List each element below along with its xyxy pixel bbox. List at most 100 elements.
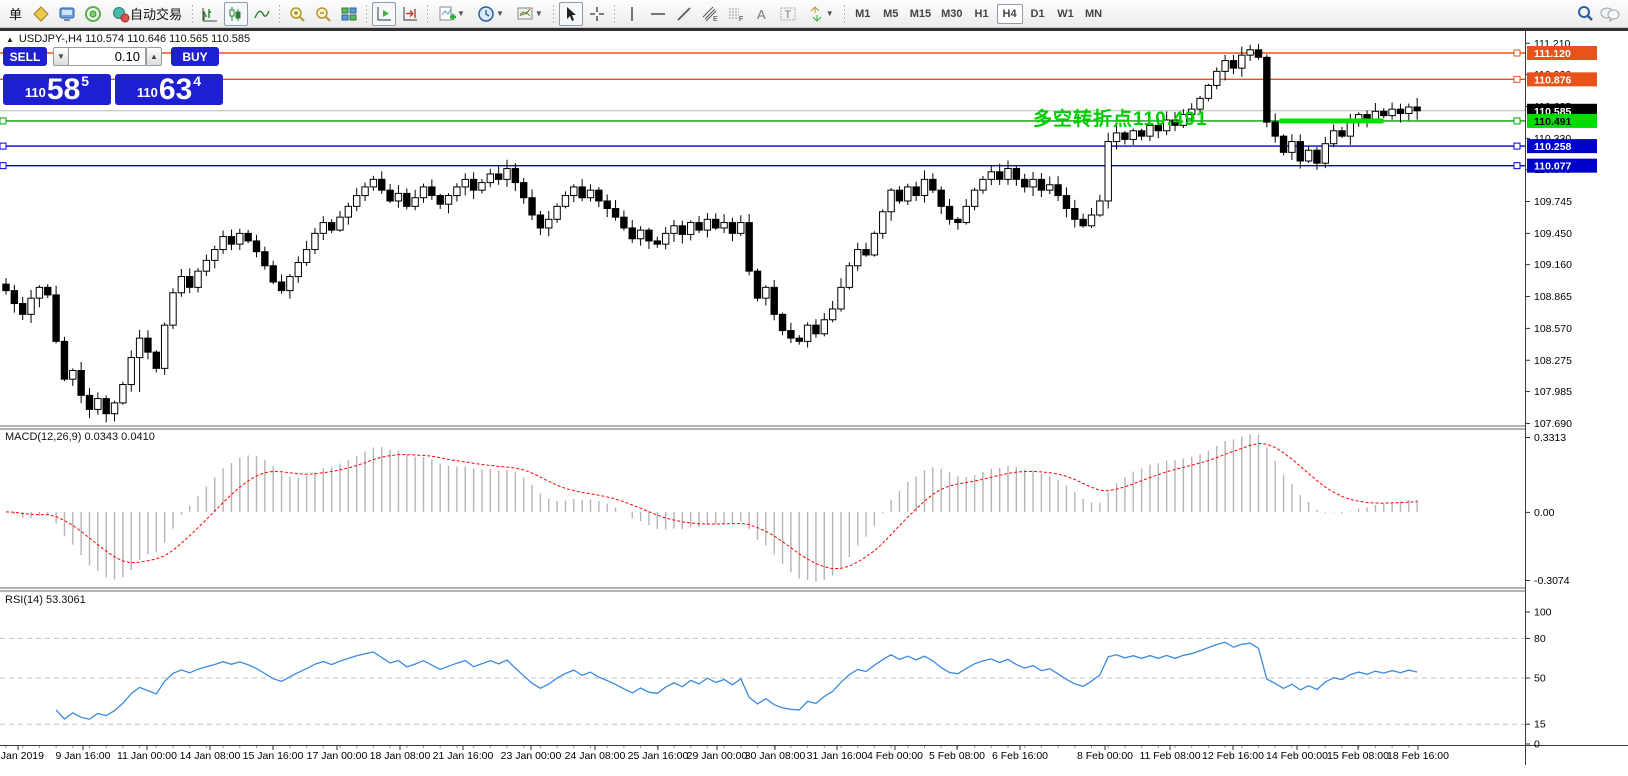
line-handle[interactable] (0, 163, 6, 169)
candle (537, 215, 543, 228)
signal-icon[interactable] (81, 2, 105, 26)
candle (938, 190, 944, 206)
vertical-line-button[interactable] (620, 2, 644, 26)
tab-timeframe-h1[interactable]: H1 (969, 4, 995, 24)
pivot-highlight-segment[interactable] (1280, 118, 1384, 123)
date-label: 14 Jan 08:00 (180, 750, 241, 762)
tile-windows-button[interactable] (337, 2, 361, 26)
candle (128, 358, 134, 385)
candle (788, 331, 794, 339)
zoom-in-button[interactable] (285, 2, 309, 26)
toolbar-right-group (1577, 5, 1628, 22)
horizontal-line-button[interactable] (646, 2, 670, 26)
trendline-icon (675, 5, 693, 23)
price-tick-label: 107.985 (1534, 386, 1572, 398)
date-label: 24 Jan 08:00 (565, 750, 626, 762)
toolbar-separator (841, 3, 848, 25)
dropdown-caret-icon: ▼ (457, 9, 465, 18)
candle (955, 219, 961, 222)
macd-tick-label: 0.00 (1534, 507, 1555, 519)
candle (1347, 122, 1353, 136)
candle (779, 314, 785, 330)
arrows-button[interactable]: ▼ (802, 2, 839, 26)
crosshair-button[interactable] (585, 2, 609, 26)
price-chart-canvas[interactable]: 111.210110.920110.625110.330110.040109.7… (0, 0, 1628, 776)
tab-timeframe-h4[interactable]: H4 (997, 4, 1023, 24)
auto-scroll-button[interactable] (372, 2, 396, 26)
candlestick-chart-icon (227, 5, 245, 23)
date-label: 17 Jan 00:00 (307, 750, 368, 762)
candle (328, 223, 334, 231)
vertical-line-icon (623, 5, 641, 23)
dropdown-caret-icon: ▼ (496, 9, 504, 18)
chart-window-border (0, 28, 1628, 31)
buy-price-display[interactable]: 110 63 4 (115, 74, 223, 105)
tab-timeframe-d1[interactable]: D1 (1025, 4, 1051, 24)
equidistant-channel-button[interactable]: E (698, 2, 722, 26)
new-order-button[interactable]: 单 (4, 2, 27, 26)
chart-shift-button[interactable] (398, 2, 422, 26)
candle (1122, 133, 1128, 139)
line-handle[interactable] (1514, 76, 1520, 82)
candle (704, 219, 710, 230)
tab-timeframe-m5[interactable]: M5 (878, 4, 904, 24)
price-badge-label: 110.258 (1534, 141, 1572, 153)
candle (153, 352, 159, 368)
tab-timeframe-m30[interactable]: M30 (937, 4, 966, 24)
candle (1247, 50, 1253, 55)
candle (387, 190, 393, 201)
text-button[interactable]: A (750, 2, 774, 26)
line-handle[interactable] (1514, 163, 1520, 169)
line-handle[interactable] (0, 118, 6, 124)
line-chart-button[interactable] (250, 2, 274, 26)
candle (1230, 61, 1236, 69)
sell-price-main: 58 (47, 77, 80, 103)
candle (1138, 131, 1144, 136)
trendline-button[interactable] (672, 2, 696, 26)
line-handle[interactable] (1514, 143, 1520, 149)
candle (529, 198, 535, 215)
volume-decrease-button[interactable]: ▼ (53, 47, 69, 66)
indicators-button[interactable]: ▼ (433, 2, 470, 26)
candle (813, 325, 819, 334)
tab-timeframe-mn[interactable]: MN (1081, 4, 1107, 24)
candle (53, 295, 59, 341)
candlestick-chart-button[interactable] (224, 2, 248, 26)
volume-input[interactable]: 0.10 (68, 47, 146, 66)
cursor-button[interactable] (559, 2, 583, 26)
chat-icon[interactable] (1600, 6, 1620, 22)
tab-timeframe-m15[interactable]: M15 (906, 4, 935, 24)
text-icon: A (753, 5, 771, 23)
tab-timeframe-w1[interactable]: W1 (1053, 4, 1079, 24)
pivot-annotation-text[interactable]: 多空转折点110.491 (1033, 104, 1208, 131)
buy-button[interactable]: BUY (171, 47, 219, 66)
candle (1272, 122, 1278, 136)
line-handle[interactable] (1514, 118, 1520, 124)
candle (738, 223, 744, 234)
sell-price-display[interactable]: 110 58 5 (3, 74, 111, 105)
crosshair-icon (588, 5, 606, 23)
candle (1088, 215, 1094, 226)
autotrading-button[interactable]: 自动交易 (107, 2, 187, 26)
line-handle[interactable] (0, 143, 6, 149)
line-handle[interactable] (1514, 50, 1520, 56)
bar-chart-button[interactable] (198, 2, 222, 26)
candle (437, 196, 443, 205)
zoom-in-icon (288, 5, 306, 23)
volume-increase-button[interactable]: ▲ (146, 47, 162, 66)
fibonacci-button[interactable]: F (724, 2, 748, 26)
templates-button[interactable]: ▼ (511, 2, 548, 26)
candle (1055, 185, 1061, 196)
date-label: 5 Feb 08:00 (929, 750, 985, 762)
order-ticket-icon[interactable] (29, 2, 53, 26)
collapse-panel-icon[interactable]: ▲ (6, 35, 14, 44)
zoom-out-button[interactable] (311, 2, 335, 26)
periods-button[interactable]: ▼ (472, 2, 509, 26)
text-label-button[interactable]: T (776, 2, 800, 26)
sell-button[interactable]: SELL (3, 47, 47, 66)
market-watch-icon[interactable] (55, 2, 79, 26)
candle (963, 206, 969, 222)
tab-timeframe-m1[interactable]: M1 (850, 4, 876, 24)
candle (11, 291, 17, 304)
search-icon[interactable] (1577, 5, 1594, 22)
